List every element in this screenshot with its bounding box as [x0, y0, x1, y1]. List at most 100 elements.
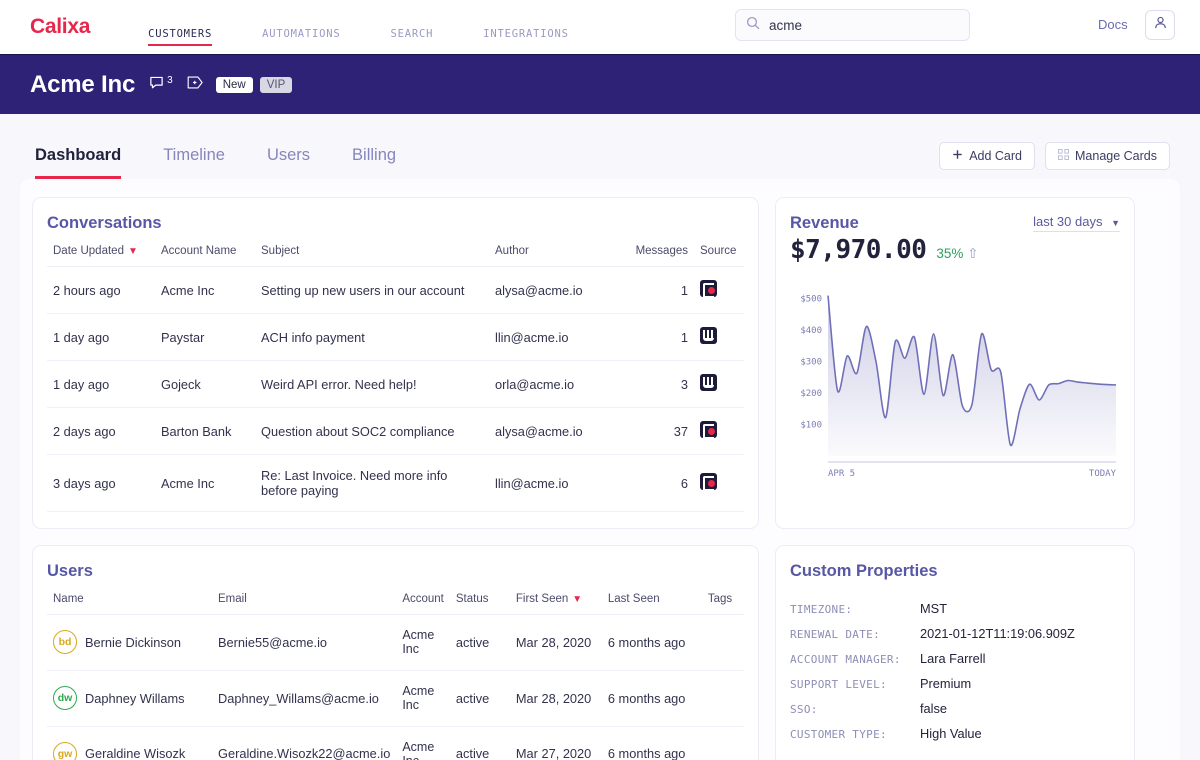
search-input[interactable] [769, 17, 959, 33]
conversation-count-button[interactable]: 3 [149, 75, 173, 95]
cell-status: active [449, 670, 510, 727]
cell-date: 2 days ago [47, 407, 155, 455]
column-tags[interactable]: Tags [701, 593, 744, 615]
table-row[interactable]: dw Daphney Willams Daphney_Willams@acme.i… [47, 670, 744, 727]
column-messages[interactable]: Messages [624, 245, 694, 267]
cell-user-name: bd Bernie Dickinson [47, 614, 212, 671]
column-date-updated[interactable]: Date Updated ▼ [47, 245, 155, 267]
column-account-name[interactable]: Account Name [155, 245, 255, 267]
cell-source [694, 266, 744, 314]
cell-date: 1 day ago [47, 313, 155, 361]
table-row[interactable]: 1 day ago Paystar ACH info payment llin@… [47, 313, 744, 361]
y-axis-tick-label: $300 [800, 358, 822, 368]
manage-cards-button[interactable]: Manage Cards [1045, 142, 1170, 170]
revenue-range-selector[interactable]: last 30 days ▼ [1033, 214, 1120, 232]
dashboard-grid: Conversations Date Updated ▼ Account Name… [32, 197, 1168, 760]
table-header-row: Date Updated ▼ Account Name Subject Autho… [47, 245, 744, 267]
property-value: 2021-01-12T11:19:06.909Z [920, 626, 1075, 641]
column-account[interactable]: Account [396, 593, 450, 615]
cell-account: Barton Bank [155, 407, 255, 455]
manage-cards-label: Manage Cards [1075, 149, 1157, 163]
front-source-icon [700, 421, 717, 439]
table-row[interactable]: gw Geraldine Wisozk Geraldine.Wisozk22@ac… [47, 726, 744, 760]
status-badge-vip[interactable]: VIP [259, 76, 293, 93]
revenue-title: Revenue [790, 214, 859, 232]
column-subject[interactable]: Subject [255, 245, 489, 267]
table-row[interactable]: 3 days ago Acme Inc Re: Last Invoice. Ne… [47, 454, 744, 512]
sort-caret-icon: ▼ [127, 246, 138, 257]
y-axis-tick-label: $100 [800, 421, 822, 431]
property-key: TIMEZONE: [790, 603, 853, 616]
nav-item-customers[interactable]: CUSTOMERS [148, 10, 213, 46]
cell-email: Geraldine.Wisozk22@acme.io [212, 726, 397, 760]
x-axis-tick-label: APR 5 [828, 469, 855, 479]
nav-item-automations[interactable]: AUTOMATIONS [262, 10, 340, 46]
avatar: dw [53, 686, 77, 711]
docs-link[interactable]: Docs [1098, 17, 1128, 32]
column-source[interactable]: Source [694, 245, 744, 267]
cell-subject: Re: Last Invoice. Need more info before … [255, 454, 489, 512]
property-key: SUPPORT LEVEL: [790, 678, 887, 691]
cell-date: 1 day ago [47, 360, 155, 408]
arrow-up-icon: ⇧ [967, 246, 979, 261]
column-author[interactable]: Author [489, 245, 624, 267]
column-status[interactable]: Status [449, 593, 510, 615]
revenue-delta: 35% ⇧ [936, 246, 979, 261]
chevron-down-icon: ▼ [1111, 218, 1120, 228]
tab-timeline[interactable]: Timeline [163, 146, 225, 179]
property-row: ACCOUNT MANAGER: Lara Farrell [790, 651, 1120, 666]
tab-billing[interactable]: Billing [352, 146, 396, 179]
cell-tags [701, 614, 744, 671]
search-box[interactable] [735, 9, 970, 41]
cell-source [694, 360, 744, 408]
app-logo[interactable]: Calixa [30, 15, 90, 39]
nav-item-integrations[interactable]: INTEGRATIONS [483, 10, 568, 46]
tab-dashboard[interactable]: Dashboard [35, 146, 122, 179]
cell-status: active [449, 726, 510, 760]
table-row[interactable]: bd Bernie Dickinson Bernie55@acme.io Acme… [47, 614, 744, 671]
cell-author: orla@acme.io [489, 360, 624, 408]
cell-first-seen: Mar 27, 2020 [509, 726, 602, 760]
grid-icon [1058, 149, 1069, 163]
table-header-row: Name Email Account Status First Seen ▼ La… [47, 593, 744, 615]
users-rows: bd Bernie Dickinson Bernie55@acme.io Acme… [47, 614, 744, 760]
page-title: Acme Inc [30, 70, 136, 98]
conversations-card: Conversations Date Updated ▼ Account Name… [32, 197, 759, 529]
table-row[interactable]: 2 days ago Barton Bank Question about SO… [47, 407, 744, 455]
add-tag-button[interactable] [187, 75, 204, 95]
cell-tags [701, 726, 744, 760]
property-value: MST [920, 601, 948, 616]
revenue-header: Revenue last 30 days ▼ [790, 214, 1120, 233]
cell-first-seen: Mar 28, 2020 [509, 614, 602, 671]
users-title: Users [47, 562, 93, 580]
cell-account: Acme Inc [396, 670, 450, 727]
column-email[interactable]: Email [212, 593, 397, 615]
cell-user-name: gw Geraldine Wisozk [47, 726, 212, 760]
user-icon [1153, 15, 1168, 35]
conversations-table: Date Updated ▼ Account Name Subject Autho… [47, 245, 744, 512]
tab-users[interactable]: Users [267, 146, 310, 179]
cell-messages: 1 [624, 313, 694, 361]
property-value: Lara Farrell [920, 651, 986, 666]
column-name[interactable]: Name [47, 593, 212, 615]
property-value: Premium [920, 676, 972, 691]
avatar: bd [53, 630, 77, 655]
cell-last-seen: 6 months ago [601, 726, 702, 760]
sort-caret-icon: ▼ [572, 594, 583, 605]
tag-add-icon [187, 75, 204, 95]
table-row[interactable]: 2 hours ago Acme Inc Setting up new user… [47, 266, 744, 314]
users-table: Name Email Account Status First Seen ▼ La… [47, 593, 744, 760]
user-menu-button[interactable] [1145, 10, 1175, 40]
plus-icon [952, 149, 963, 163]
status-badge-new[interactable]: New [215, 76, 253, 93]
cell-account: Gojeck [155, 360, 255, 408]
cell-messages: 3 [624, 360, 694, 408]
primary-nav: CUSTOMERS AUTOMATIONS SEARCH INTEGRATION… [148, 0, 619, 54]
zendesk-source-icon [700, 327, 717, 344]
property-row: RENEWAL DATE: 2021-01-12T11:19:06.909Z [790, 626, 1120, 641]
column-last-seen[interactable]: Last Seen [601, 593, 702, 615]
column-first-seen[interactable]: First Seen ▼ [509, 593, 602, 615]
add-card-button[interactable]: Add Card [939, 142, 1035, 170]
nav-item-search[interactable]: SEARCH [391, 10, 434, 46]
table-row[interactable]: 1 day ago Gojeck Weird API error. Need h… [47, 360, 744, 408]
